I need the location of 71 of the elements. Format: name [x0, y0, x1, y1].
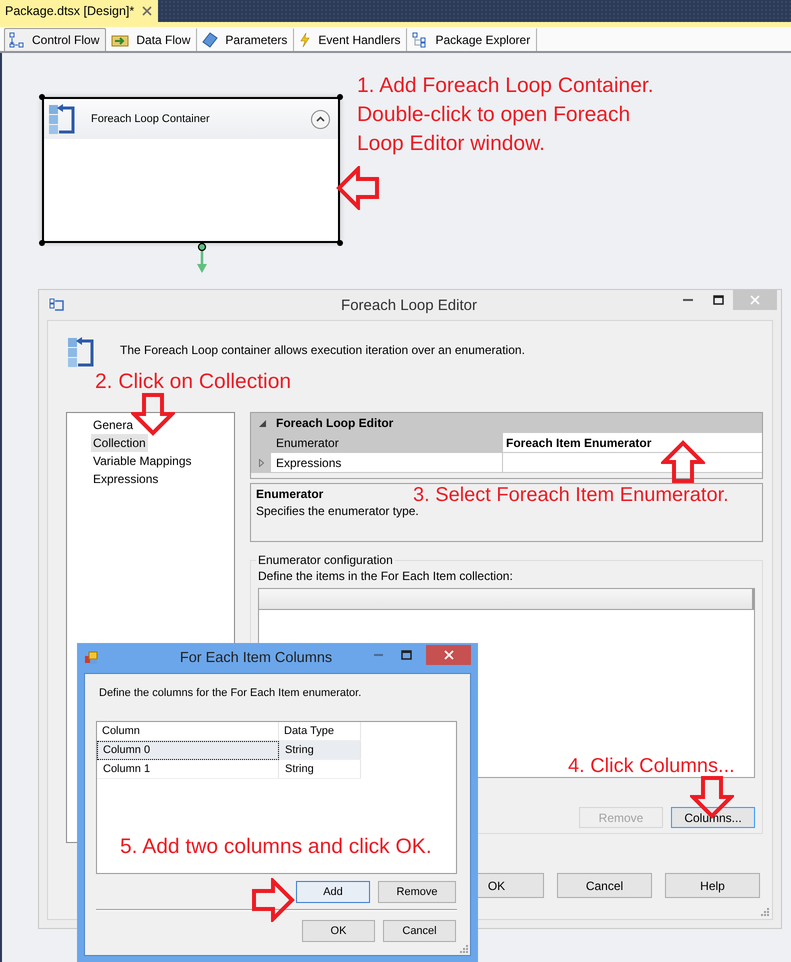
ok-button[interactable]: OK	[302, 920, 375, 942]
maximize-icon	[400, 650, 412, 660]
selection-handle[interactable]	[337, 94, 343, 100]
tree-icon	[412, 32, 428, 48]
maximize-icon	[712, 295, 724, 305]
group-title: Enumerator configuration	[257, 553, 394, 567]
designer-tab[interactable]: Package Explorer	[407, 28, 538, 51]
description-text: The Foreach Loop container allows execution iteration over an enumeration.	[120, 343, 525, 357]
window-title: Foreach Loop Editor	[340, 296, 478, 314]
page-list-item[interactable]: Expressions	[91, 470, 160, 488]
close-icon	[444, 650, 454, 660]
cell-text: String	[285, 763, 314, 775]
cancel-button[interactable]: Cancel	[557, 873, 652, 898]
callout-arrow	[251, 878, 295, 922]
document-tab[interactable]: Package.dtsx [Design]*	[0, 0, 158, 22]
callout-arrow	[336, 166, 380, 210]
connector-arrow[interactable]	[195, 242, 209, 274]
minimize-icon	[374, 654, 382, 656]
help-title: Enumerator	[256, 487, 324, 501]
annotation-text: 3. Select Foreach Item Enumerator.	[413, 483, 729, 507]
foreach-loop-icon	[47, 103, 77, 135]
property-name[interactable]: Enumerator	[271, 433, 503, 452]
callout-arrow	[661, 440, 705, 484]
list-row[interactable]: Column 1 String	[97, 760, 360, 778]
window-title: For Each Item Columns	[178, 650, 334, 666]
designer-tab[interactable]: Data Flow	[106, 28, 198, 51]
help-button[interactable]: Help	[665, 873, 760, 898]
resize-grip[interactable]	[761, 908, 769, 916]
container-title: Foreach Loop Container	[91, 113, 211, 125]
annotation-text: 2. Click on Collection	[95, 369, 292, 395]
page-list-item[interactable]: Collection	[91, 434, 148, 452]
annotation-text: 5. Add two columns and click OK.	[120, 834, 432, 860]
chevron-up-icon	[316, 116, 325, 122]
selection-handle[interactable]	[39, 94, 45, 100]
remove-button[interactable]: Remove	[378, 881, 456, 903]
minimize-icon	[683, 299, 693, 301]
annotation-text: 1. Add Foreach Loop Container. Double-click to open Foreach Loop Editor window.	[357, 73, 654, 157]
lightning-icon	[299, 32, 312, 48]
cell-text: Column 1	[103, 763, 150, 775]
close-icon	[750, 295, 760, 305]
close-icon[interactable]	[142, 6, 152, 16]
page-list-item[interactable]: Genera	[91, 416, 136, 434]
designer-tab[interactable]: Control Flow	[4, 28, 106, 51]
page-list-item[interactable]: Variable Mappings	[91, 452, 194, 470]
cell-text: String	[285, 744, 314, 756]
selection-handle[interactable]	[39, 240, 45, 246]
category-title: Foreach Loop Editor	[276, 416, 394, 430]
expand-triangle-icon[interactable]	[258, 458, 264, 466]
container-node[interactable]: Foreach Loop Container	[42, 97, 340, 243]
cell-text: Column 0	[103, 744, 150, 756]
designer-tab[interactable]: Parameters	[197, 28, 294, 51]
instruction-text: Define the columns for the For Each Item enumerator.	[99, 687, 362, 699]
instruction-text: Define the items in the For Each Item collection:	[258, 569, 514, 583]
designer-tab[interactable]: Event Handlers	[294, 28, 408, 51]
close-button[interactable]	[426, 645, 471, 665]
collapse-button[interactable]	[311, 110, 330, 128]
callout-arrow	[131, 392, 175, 436]
diamond-icon	[202, 32, 218, 48]
resize-grip[interactable]	[460, 945, 468, 953]
selection-handle[interactable]	[337, 240, 343, 246]
foreach-loop-icon	[66, 336, 96, 368]
cancel-button[interactable]: Cancel	[383, 920, 456, 942]
property-value[interactable]: Foreach Item Enumerator	[503, 433, 762, 452]
columns-button[interactable]: Columns...	[671, 807, 755, 828]
annotation-text: 4. Click Columns...	[568, 754, 735, 779]
collapse-triangle-icon[interactable]	[259, 420, 266, 426]
window-icon	[49, 298, 65, 312]
flowchart-icon	[9, 32, 25, 48]
window-icon	[84, 651, 98, 665]
add-button[interactable]: Add	[296, 881, 370, 903]
help-text: Specifies the enumerator type.	[256, 504, 420, 518]
